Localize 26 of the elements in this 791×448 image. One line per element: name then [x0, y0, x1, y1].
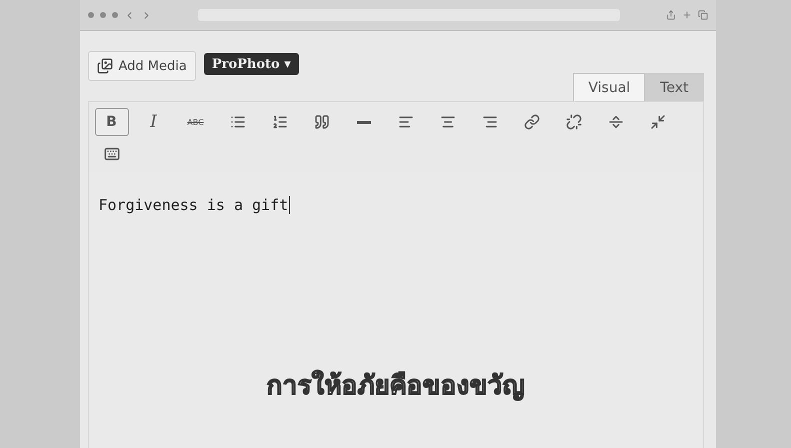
- editor-tab[interactable]: Text: [645, 73, 704, 101]
- close-dot[interactable]: [88, 12, 94, 18]
- link-icon: [524, 114, 540, 130]
- align-right-icon: [482, 114, 498, 130]
- bold-button[interactable]: B: [94, 108, 128, 136]
- keyboard-icon: [104, 146, 120, 162]
- align-left-icon: [398, 114, 414, 130]
- page-break-icon: [608, 114, 624, 130]
- broken-link-icon: [566, 114, 582, 130]
- numbered-list-icon: [272, 114, 288, 130]
- bulleted-list-icon: [230, 114, 246, 130]
- italic-button[interactable]: I: [136, 108, 170, 136]
- minimize-dot[interactable]: [100, 12, 106, 18]
- subtitle: การให้อภัยคือของขวัญ: [266, 369, 524, 403]
- editor-tab[interactable]: Visual: [573, 73, 646, 101]
- share-icon[interactable]: [666, 10, 676, 20]
- zoom-dot[interactable]: [112, 12, 118, 18]
- media-icon: [96, 58, 112, 74]
- strikethrough-button[interactable]: ABC: [178, 108, 212, 136]
- prophoto-button[interactable]: ProPhoto ▾: [204, 53, 299, 75]
- quote-icon: [314, 114, 330, 130]
- add-media-button[interactable]: Add Media: [88, 51, 196, 81]
- collapse-arrows-icon: [650, 114, 666, 130]
- tabs-icon[interactable]: [698, 10, 708, 20]
- align-center-icon: [440, 114, 456, 130]
- editor-text: Forgiveness is a gift: [98, 196, 290, 214]
